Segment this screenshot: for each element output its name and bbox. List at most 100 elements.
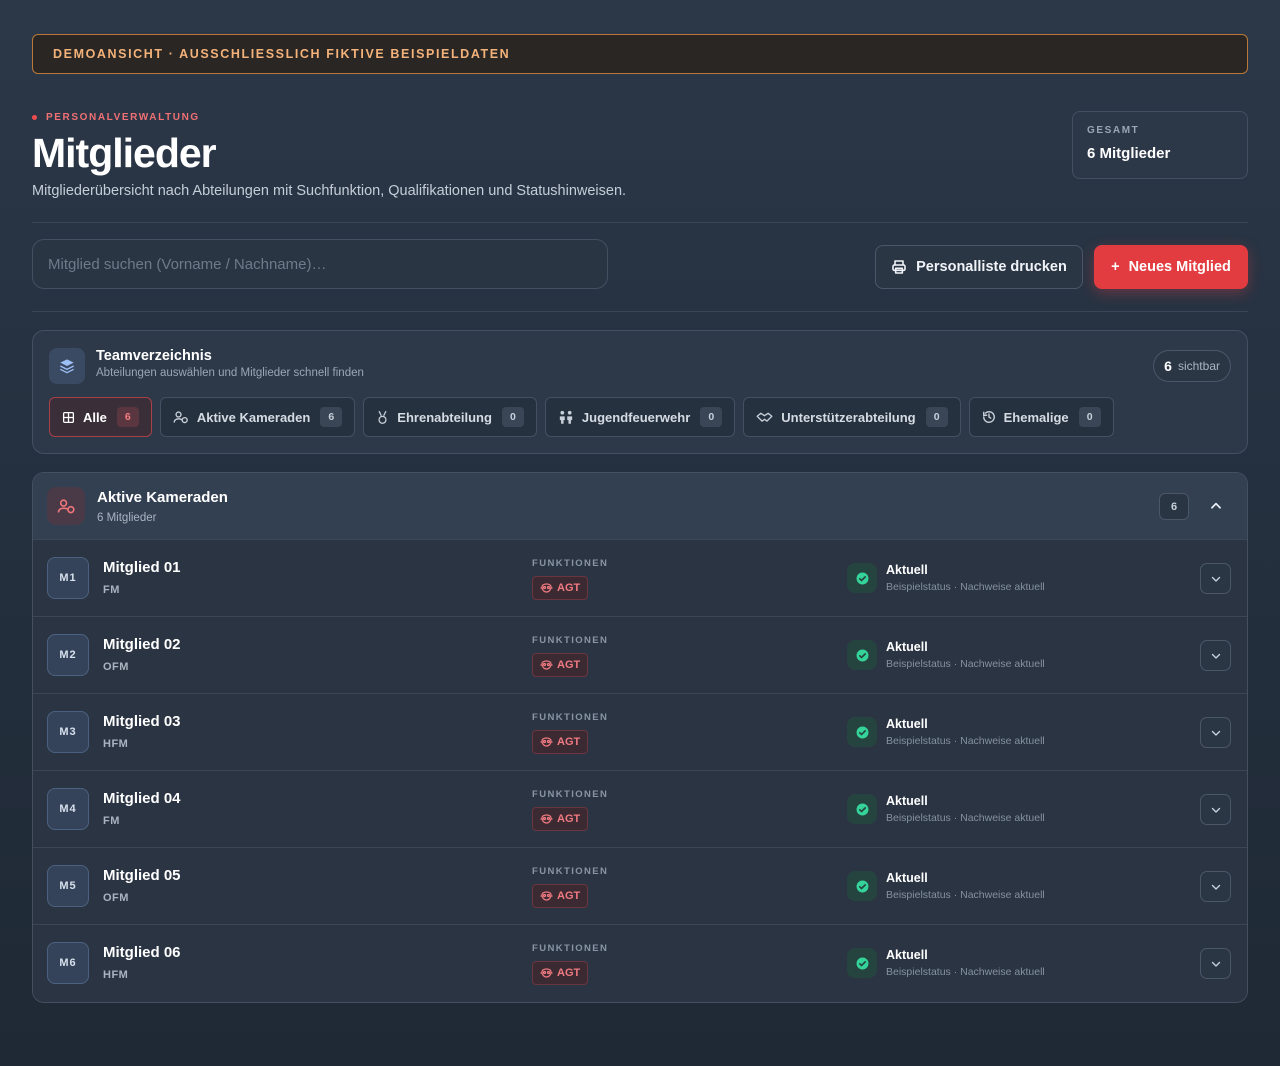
eyebrow-label: PERSONALVERWALTUNG (46, 112, 200, 123)
breathing-mask-icon (540, 659, 553, 670)
status-note: Beispielstatus · Nachweise aktuell (886, 658, 1045, 670)
functions-label: FUNKTIONEN (532, 635, 609, 646)
function-label: AGT (557, 736, 581, 748)
chevron-down-icon (1211, 653, 1220, 659)
department-tabs: Alle 6 Aktive Kameraden 6 Ehrenabteilung… (49, 397, 1114, 437)
member-name: Mitglied 06 (103, 944, 181, 961)
function-label: AGT (557, 890, 581, 902)
member-row[interactable]: M5 Mitglied 05 OFM FUNKTIONEN AGT Aktuel… (33, 848, 1247, 925)
printer-icon (892, 260, 906, 274)
status-title: Aktuell (886, 871, 928, 885)
breathing-mask-icon (540, 813, 553, 824)
tab-ehemalige[interactable]: Ehemalige 0 (968, 397, 1114, 437)
tab-label: Unterstützerabteilung (781, 409, 916, 425)
print-list-label: Personalliste drucken (916, 259, 1067, 275)
user-badge-icon (47, 487, 85, 525)
new-member-button[interactable]: + Neues Mitglied (1094, 245, 1248, 289)
visible-label: sichtbar (1177, 359, 1220, 373)
tab-count: 6 (116, 407, 139, 427)
tab-label: Aktive Kameraden (196, 409, 311, 425)
function-badge: AGT (532, 576, 589, 600)
expand-member-button[interactable] (1200, 640, 1231, 671)
member-row[interactable]: M2 Mitglied 02 OFM FUNKTIONEN AGT Aktuel… (33, 617, 1247, 694)
breathing-mask-icon (540, 582, 553, 593)
tab-aktive-kameraden[interactable]: Aktive Kameraden 6 (159, 397, 356, 437)
member-name: Mitglied 02 (103, 636, 181, 653)
status-title: Aktuell (886, 640, 928, 654)
function-badge: AGT (532, 730, 589, 754)
handshake-icon (756, 412, 773, 422)
chevron-down-icon (1211, 576, 1220, 582)
avatar: M3 (47, 711, 89, 753)
status-check-icon (847, 794, 877, 824)
member-row[interactable]: M6 Mitglied 06 HFM FUNKTIONEN AGT Aktuel… (33, 925, 1247, 1002)
expand-member-button[interactable] (1200, 794, 1231, 825)
function-badge: AGT (532, 653, 589, 677)
member-rank: HFM (103, 738, 129, 750)
tab-label: Ehrenabteilung (397, 409, 492, 425)
search-box[interactable] (32, 239, 608, 289)
tab-count: 6 (320, 407, 343, 427)
tab-unterstuetzerabteilung[interactable]: Unterstützerabteilung 0 (743, 397, 961, 437)
expand-member-button[interactable] (1200, 563, 1231, 594)
status-note: Beispielstatus · Nachweise aktuell (886, 735, 1045, 747)
avatar: M1 (47, 557, 89, 599)
tab-count: 0 (700, 407, 723, 427)
breathing-mask-icon (540, 736, 553, 747)
member-rank: HFM (103, 969, 129, 981)
avatar: M6 (47, 942, 89, 984)
tab-label: Jugendfeuerwehr (581, 409, 691, 425)
breathing-mask-icon (540, 890, 553, 901)
user-badge-icon (173, 411, 188, 424)
avatar: M2 (47, 634, 89, 676)
section-count-badge: 6 (1159, 493, 1189, 520)
print-list-button[interactable]: Personalliste drucken (875, 245, 1083, 289)
tab-alle[interactable]: Alle 6 (49, 397, 152, 437)
status-check-icon (847, 871, 877, 901)
functions-label: FUNKTIONEN (532, 789, 609, 800)
tab-ehrenabteilung[interactable]: Ehrenabteilung 0 (363, 397, 537, 437)
chevron-down-icon (1211, 961, 1220, 967)
tab-label: Ehemalige (1003, 409, 1069, 425)
status-check-icon (847, 717, 877, 747)
search-input[interactable] (48, 255, 607, 273)
page-title: Mitglieder (32, 130, 217, 176)
collapse-section-button[interactable] (1205, 495, 1227, 517)
member-row[interactable]: M1 Mitglied 01 FM FUNKTIONEN AGT Aktuell… (33, 540, 1247, 617)
status-title: Aktuell (886, 948, 928, 962)
status-title: Aktuell (886, 717, 928, 731)
member-rank: OFM (103, 661, 129, 673)
history-icon (982, 411, 995, 423)
plus-icon: + (1111, 259, 1120, 275)
function-label: AGT (557, 967, 581, 979)
member-rank: FM (103, 584, 120, 596)
new-member-label: Neues Mitglied (1128, 259, 1231, 275)
expand-member-button[interactable] (1200, 948, 1231, 979)
breathing-mask-icon (540, 967, 553, 978)
avatar: M4 (47, 788, 89, 830)
status-title: Aktuell (886, 794, 928, 808)
avatar: M5 (47, 865, 89, 907)
functions-label: FUNKTIONEN (532, 866, 609, 877)
status-note: Beispielstatus · Nachweise aktuell (886, 812, 1045, 824)
expand-member-button[interactable] (1200, 717, 1231, 748)
divider (32, 311, 1248, 312)
status-check-icon (847, 948, 877, 978)
demo-banner-text: DEMOANSICHT · AUSSCHLIESSLICH FIKTIVE BE… (53, 47, 511, 61)
expand-member-button[interactable] (1200, 871, 1231, 902)
tab-jugendfeuerwehr[interactable]: Jugendfeuerwehr 0 (544, 397, 736, 437)
medal-icon (378, 410, 387, 424)
functions-label: FUNKTIONEN (532, 943, 609, 954)
status-note: Beispielstatus · Nachweise aktuell (886, 581, 1045, 593)
functions-label: FUNKTIONEN (532, 712, 609, 723)
tab-count: 0 (1078, 407, 1101, 427)
member-row[interactable]: M3 Mitglied 03 HFM FUNKTIONEN AGT Aktuel… (33, 694, 1247, 771)
section-aktive-kameraden: Aktive Kameraden 6 Mitglieder 6 M1 Mitgl… (32, 472, 1248, 1003)
section-header[interactable]: Aktive Kameraden 6 Mitglieder 6 (33, 473, 1247, 540)
function-label: AGT (557, 582, 581, 594)
member-row[interactable]: M4 Mitglied 04 FM FUNKTIONEN AGT Aktuell… (33, 771, 1247, 848)
status-check-icon (847, 640, 877, 670)
eyebrow-dot-icon (32, 115, 37, 120)
page-header: PERSONALVERWALTUNG Mitglieder Mitglieder… (32, 111, 1248, 220)
section-subtitle: 6 Mitglieder (97, 512, 157, 524)
